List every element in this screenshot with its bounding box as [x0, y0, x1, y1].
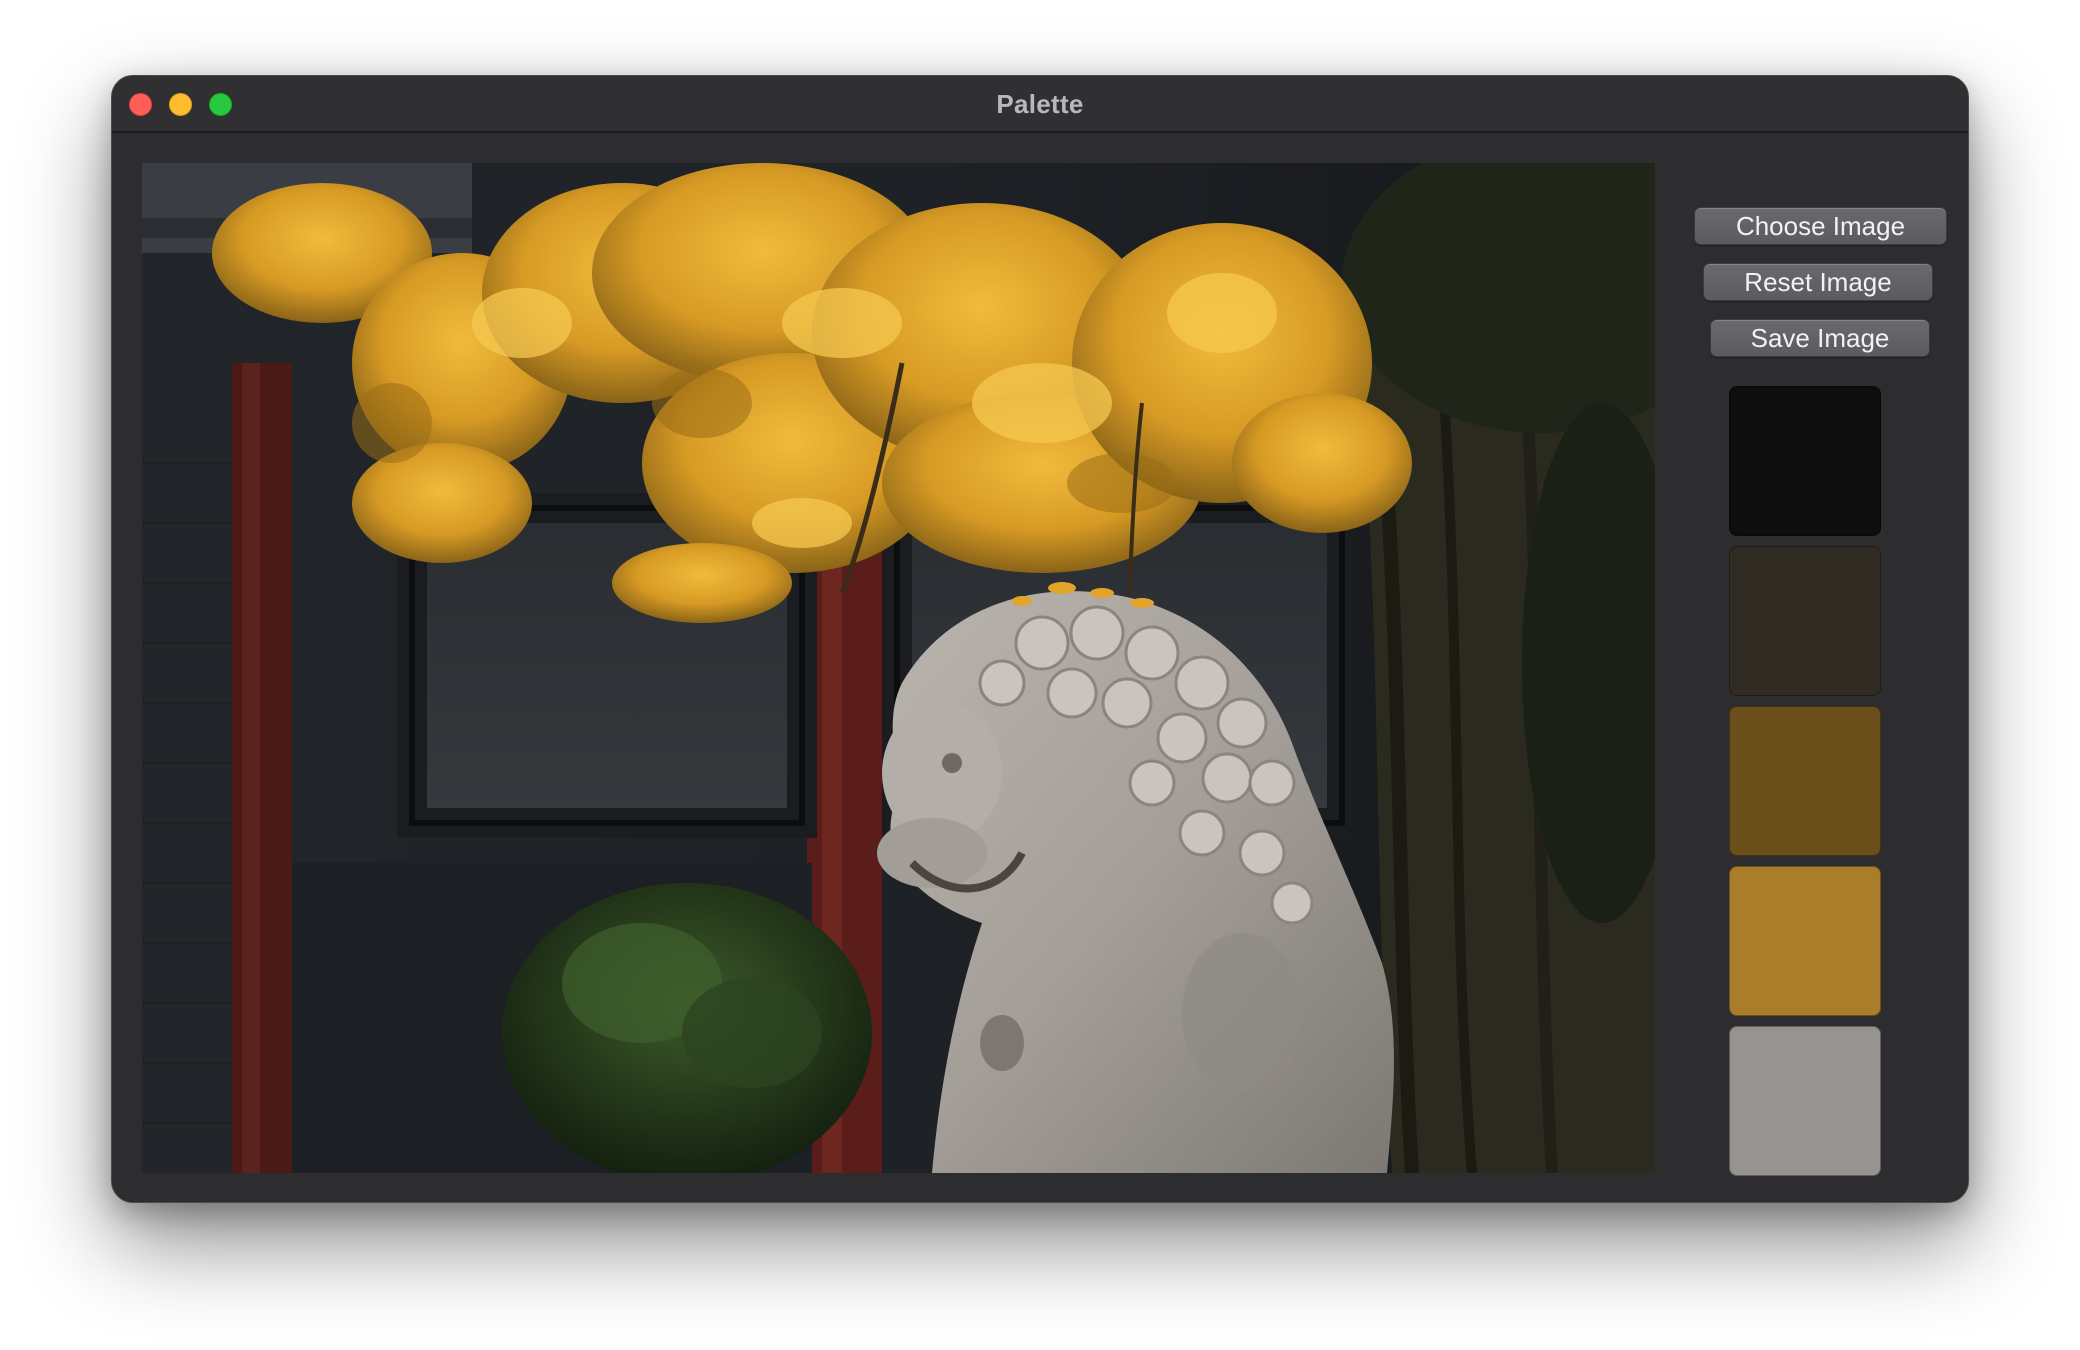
- color-swatch-5: [1729, 1026, 1881, 1176]
- content-area: Choose Image Reset Image Save Image: [112, 133, 1968, 1202]
- window-title: Palette: [996, 89, 1084, 119]
- color-swatch-3: [1729, 706, 1881, 856]
- reset-image-button[interactable]: Reset Image: [1703, 263, 1933, 301]
- palette-window: Palette Choose Image Reset Image Save Im…: [111, 75, 1969, 1203]
- title-bar[interactable]: Palette: [112, 76, 1968, 133]
- save-image-button[interactable]: Save Image: [1710, 319, 1930, 357]
- choose-image-button[interactable]: Choose Image: [1694, 207, 1947, 245]
- color-swatch-1: [1729, 386, 1881, 536]
- image-preview: [142, 163, 1655, 1173]
- color-swatch-4: [1729, 866, 1881, 1016]
- color-swatch-2: [1729, 546, 1881, 696]
- side-panel: Choose Image Reset Image Save Image: [1672, 163, 1968, 1183]
